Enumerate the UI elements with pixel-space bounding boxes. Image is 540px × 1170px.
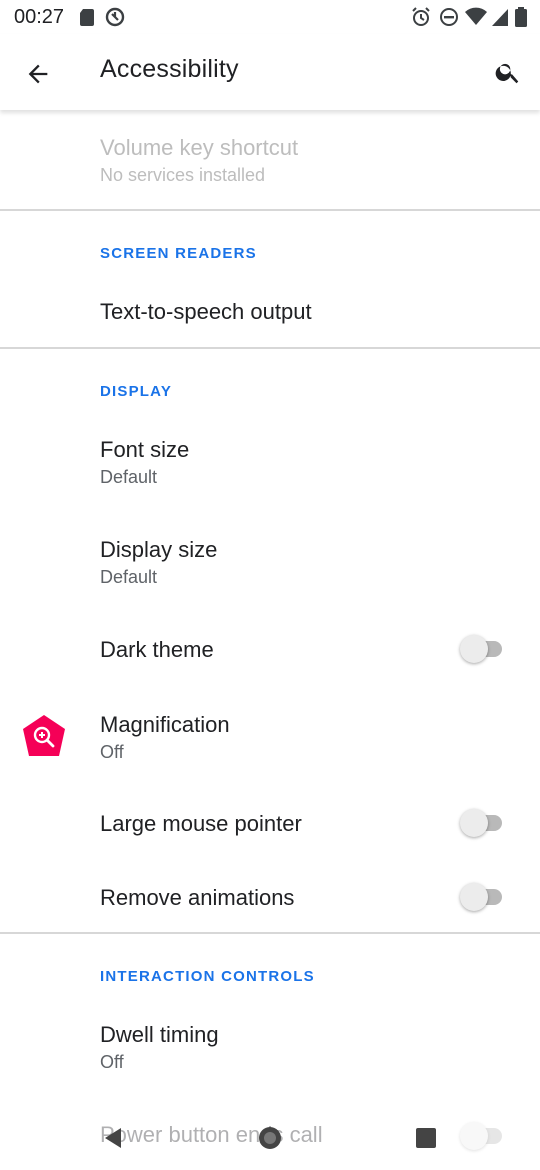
volume-key-shortcut-title: Volume key shortcut (100, 135, 299, 160)
magnification-icon (22, 714, 66, 758)
font-size-summary: Default (100, 467, 158, 487)
large-mouse-pointer-title: Large mouse pointer (100, 811, 302, 836)
nav-recents-icon (416, 1128, 436, 1148)
back-button[interactable] (14, 50, 62, 98)
arrow-back-icon (28, 64, 48, 84)
text-to-speech-title: Text-to-speech output (100, 299, 312, 324)
category-screen-readers: SCREEN READERS (100, 245, 257, 262)
display-size-summary: Default (100, 567, 158, 587)
nav-back-icon (105, 1128, 121, 1148)
dark-theme-title: Dark theme (100, 637, 214, 662)
large-mouse-pointer-toggle[interactable] (460, 809, 506, 837)
alarm-icon (410, 6, 432, 28)
dark-theme-toggle[interactable] (460, 635, 506, 663)
power-button-ends-call-toggle[interactable] (460, 1122, 506, 1150)
navigation-bar: Power button ends call (0, 1104, 540, 1170)
text-to-speech-item[interactable]: Text-to-speech output (0, 275, 540, 347)
magnification-summary: Off (100, 742, 124, 762)
nav-recents-button[interactable] (410, 1122, 442, 1154)
search-icon (495, 63, 519, 84)
status-time: 00:27 (14, 6, 65, 28)
signal-icon (490, 6, 510, 28)
display-size-item[interactable]: Display size Default (0, 515, 540, 611)
dwell-timing-summary: Off (100, 1052, 124, 1072)
battery-icon (514, 6, 528, 28)
do-not-disturb-icon (438, 6, 460, 28)
power-button-ends-call-title: Power button ends call (100, 1122, 323, 1147)
font-size-title: Font size (100, 437, 190, 462)
large-mouse-pointer-item[interactable]: Large mouse pointer (0, 790, 540, 860)
display-size-title: Display size (100, 537, 218, 562)
wifi-icon (464, 6, 488, 28)
volume-key-shortcut-summary: No services installed (100, 165, 266, 185)
dwell-timing-title: Dwell timing (100, 1022, 219, 1047)
page-title: Accessibility (100, 55, 239, 83)
magnification-title: Magnification (100, 712, 230, 737)
remove-animations-toggle[interactable] (460, 883, 506, 911)
search-button[interactable] (484, 48, 532, 96)
dwell-timing-item[interactable]: Dwell timing Off (0, 1000, 540, 1096)
nav-home-icon (259, 1127, 281, 1149)
no-data-icon (104, 6, 126, 28)
remove-animations-title: Remove animations (100, 885, 295, 910)
settings-list[interactable]: Volume key shortcut No services installe… (0, 110, 540, 1104)
status-bar: 00:27 (0, 0, 540, 34)
divider (0, 347, 540, 349)
magnification-item[interactable]: Magnification Off (0, 690, 540, 786)
app-bar: Accessibility (0, 34, 540, 110)
nav-home-button[interactable] (254, 1122, 286, 1154)
volume-key-shortcut-item: Volume key shortcut No services installe… (0, 110, 540, 210)
divider (0, 932, 540, 934)
category-display: DISPLAY (100, 383, 173, 400)
category-interaction-controls: INTERACTION CONTROLS (100, 968, 315, 985)
nav-back-button[interactable] (98, 1122, 130, 1154)
font-size-item[interactable]: Font size Default (0, 415, 540, 511)
sd-card-icon (76, 6, 98, 28)
dark-theme-item[interactable]: Dark theme (0, 615, 540, 685)
remove-animations-item[interactable]: Remove animations (0, 865, 540, 931)
divider (0, 209, 540, 211)
